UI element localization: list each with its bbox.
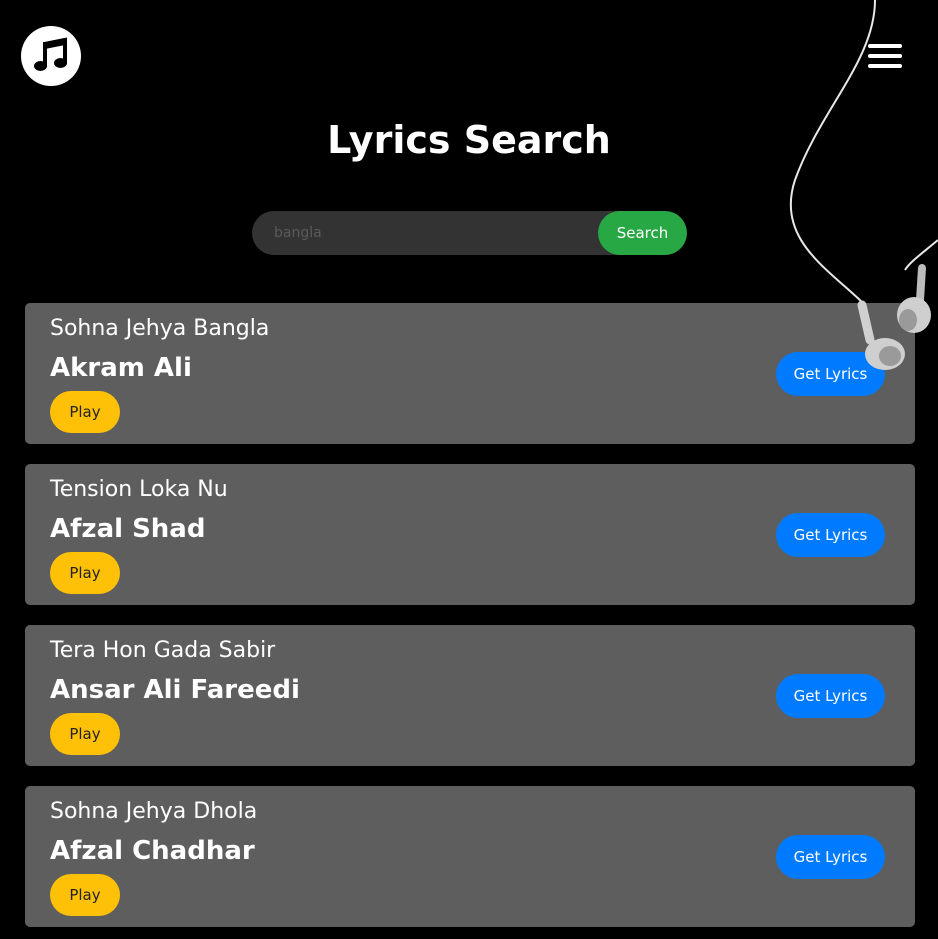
music-note-icon[interactable] xyxy=(21,26,81,86)
result-card: Sohna Jehya Bangla Akram Ali Play Get Ly… xyxy=(25,303,915,444)
get-lyrics-button[interactable]: Get Lyrics xyxy=(776,352,885,396)
song-artist: Afzal Chadhar xyxy=(50,836,255,866)
results-list: Sohna Jehya Bangla Akram Ali Play Get Ly… xyxy=(25,303,915,939)
play-button[interactable]: Play xyxy=(50,552,120,594)
hamburger-menu-icon[interactable] xyxy=(868,44,902,70)
get-lyrics-button[interactable]: Get Lyrics xyxy=(776,674,885,718)
page-title: Lyrics Search xyxy=(327,118,611,162)
result-card: Sohna Jehya Dhola Afzal Chadhar Play Get… xyxy=(25,786,915,927)
play-button[interactable]: Play xyxy=(50,391,120,433)
search-button[interactable]: Search xyxy=(598,211,687,255)
song-title: Tera Hon Gada Sabir xyxy=(50,638,276,663)
song-title: Sohna Jehya Dhola xyxy=(50,799,258,824)
song-artist: Afzal Shad xyxy=(50,514,206,544)
search-bar: Search xyxy=(252,211,687,255)
search-input[interactable] xyxy=(252,211,598,255)
get-lyrics-button[interactable]: Get Lyrics xyxy=(776,513,885,557)
song-artist: Akram Ali xyxy=(50,353,192,383)
result-card: Tension Loka Nu Afzal Shad Play Get Lyri… xyxy=(25,464,915,605)
play-button[interactable]: Play xyxy=(50,874,120,916)
page: Lyrics Search Search Sohna Jehya Bangla … xyxy=(0,0,938,939)
song-title: Sohna Jehya Bangla xyxy=(50,316,270,341)
song-title: Tension Loka Nu xyxy=(50,477,228,502)
get-lyrics-button[interactable]: Get Lyrics xyxy=(776,835,885,879)
song-artist: Ansar Ali Fareedi xyxy=(50,675,300,705)
play-button[interactable]: Play xyxy=(50,713,120,755)
result-card: Tera Hon Gada Sabir Ansar Ali Fareedi Pl… xyxy=(25,625,915,766)
